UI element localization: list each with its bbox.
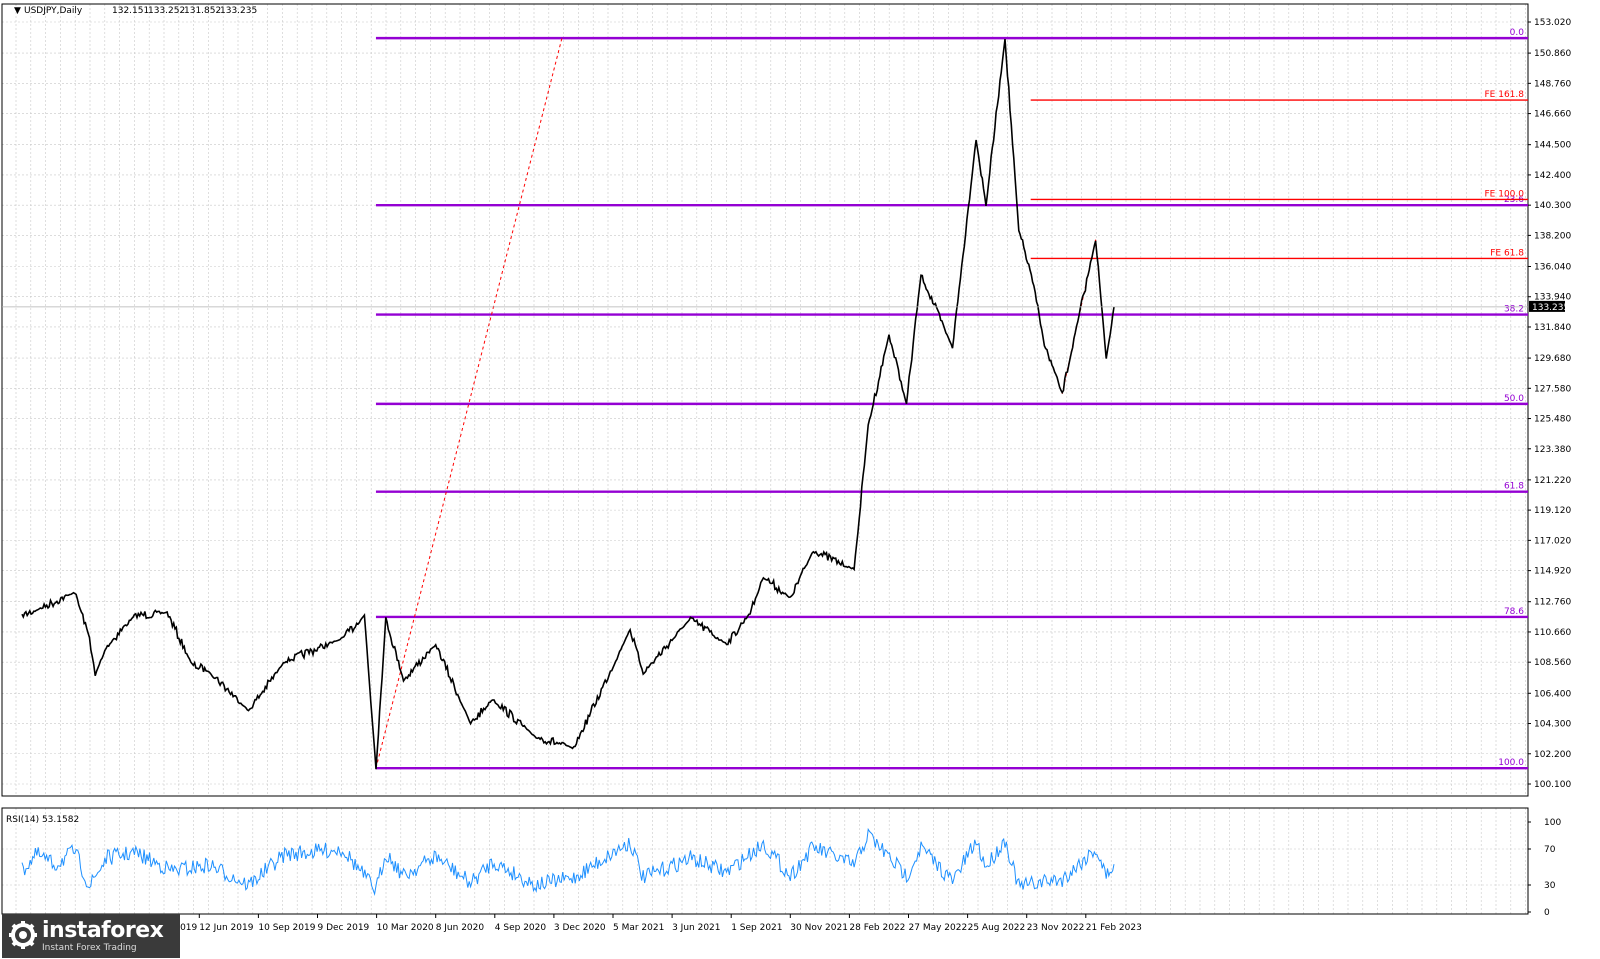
price-axis-label: 121.220 (1534, 476, 1571, 486)
rsi-axis-label: 100 (1544, 818, 1561, 828)
logo-brand: instaforex (42, 918, 164, 943)
time-axis-label: 9 Dec 2019 (318, 923, 370, 933)
fib-retracement-label: 38.2 (1504, 305, 1524, 315)
price-axis-label: 125.480 (1534, 415, 1571, 425)
price-axis-label: 136.040 (1534, 262, 1571, 272)
price-panel-frame (1, 3, 1529, 797)
time-axis-label: 23 Nov 2022 (1027, 923, 1085, 933)
price-axis-label: 140.300 (1534, 201, 1571, 211)
time-axis-label: 1 Sep 2021 (731, 923, 782, 933)
rsi-panel-frame (1, 807, 1529, 915)
price-axis-label: 142.400 (1534, 171, 1571, 181)
rsi-series (21, 827, 1115, 896)
ohlc-open: 132.151 (112, 6, 149, 16)
fib-expansion-label: FE 61.8 (1490, 248, 1524, 258)
price-axis-label: 148.760 (1534, 79, 1571, 89)
current-price-label: 133.235 (1532, 303, 1569, 313)
time-axis-label: 5 Mar 2021 (613, 923, 664, 933)
panel-frames (1, 3, 1529, 915)
price-axis-label: 100.100 (1534, 780, 1571, 790)
fib-retracement-label: 100.0 (1498, 758, 1524, 768)
price-axis-label: 129.680 (1534, 354, 1571, 364)
price-axis-label: 123.380 (1534, 445, 1571, 455)
time-axis-label: 12 Jun 2019 (199, 923, 253, 933)
gear-logo-icon (9, 921, 37, 949)
price-axis-label: 146.660 (1534, 110, 1571, 120)
price-grid (2, 4, 1528, 796)
fib-retracement-label: 0.0 (1510, 28, 1525, 38)
rsi-axis-label: 0 (1544, 908, 1550, 918)
price-axis-label: 138.200 (1534, 231, 1571, 241)
time-axis-label: 10 Mar 2020 (377, 923, 434, 933)
time-axis-label: 30 Nov 2021 (790, 923, 848, 933)
time-axis-label: 4 Sep 2020 (495, 923, 547, 933)
price-axis-label: 117.020 (1534, 536, 1571, 546)
price-axis-label: 119.120 (1534, 506, 1571, 516)
price-axis-label: 110.660 (1534, 628, 1571, 638)
price-axis-label: 153.020 (1534, 18, 1571, 28)
instaforex-logo: instaforex Instant Forex Trading (2, 914, 180, 958)
rsi-grid (2, 808, 1528, 914)
symbol-label: USDJPY,Daily (24, 6, 83, 16)
time-axis: 19 Sep 201812 Dec 201814 Mar 201912 Jun … (21, 914, 1142, 933)
ohlc-low: 131.852 (184, 6, 221, 16)
time-axis-label: 21 Feb 2023 (1086, 923, 1142, 933)
rsi-axis: 100 70 30 0 (1528, 818, 1561, 918)
fib-retracement-label: 78.6 (1504, 607, 1524, 617)
price-axis-label: 104.300 (1534, 720, 1571, 730)
time-axis-label: 8 Jun 2020 (436, 923, 485, 933)
time-axis-label: 27 May 2022 (909, 923, 968, 933)
price-axis-label: 131.840 (1534, 323, 1571, 333)
time-axis-label: 3 Jun 2021 (672, 923, 720, 933)
rsi-label: RSI(14) 53.1582 (6, 815, 79, 825)
price-axis-label: 108.560 (1534, 658, 1571, 668)
time-axis-label: 3 Dec 2020 (554, 923, 606, 933)
logo-tagline: Instant Forex Trading (42, 943, 137, 953)
price-axis-label: 112.760 (1534, 598, 1571, 608)
fib-expansion-swing (1061, 239, 1107, 394)
price-axis-label: 102.200 (1534, 750, 1571, 760)
ohlc-high: 133.252 (148, 6, 185, 16)
price-axis-label: 106.400 (1534, 689, 1571, 699)
price-axis-label: 114.920 (1534, 567, 1571, 577)
fib-expansion-label: FE 100.0 (1485, 189, 1525, 199)
fib-expansion-label: FE 161.8 (1485, 90, 1525, 100)
rsi-axis-label: 70 (1544, 845, 1556, 855)
price-axis-label: 144.500 (1534, 141, 1571, 151)
price-axis-label: 127.580 (1534, 384, 1571, 394)
symbol-marker-icon: ▼ (14, 6, 21, 16)
ohlc-close: 133.235 (220, 6, 257, 16)
time-axis-label: 25 Aug 2022 (968, 923, 1026, 933)
fib-retracement-label: 50.0 (1504, 394, 1524, 404)
price-axis-label: 150.860 (1534, 49, 1571, 59)
rsi-axis-label: 30 (1544, 881, 1556, 891)
time-axis-label: 10 Sep 2019 (258, 923, 315, 933)
rsi-line (21, 827, 1115, 896)
time-axis-label: 28 Feb 2022 (849, 923, 905, 933)
chart-headers: ▼ USDJPY,Daily 132.151 133.252 131.852 1… (6, 6, 257, 825)
chart-canvas: 0.023.638.250.061.878.6100.0FE 161.8FE 1… (1, 3, 1571, 933)
fib-retracement-label: 61.8 (1504, 482, 1524, 492)
